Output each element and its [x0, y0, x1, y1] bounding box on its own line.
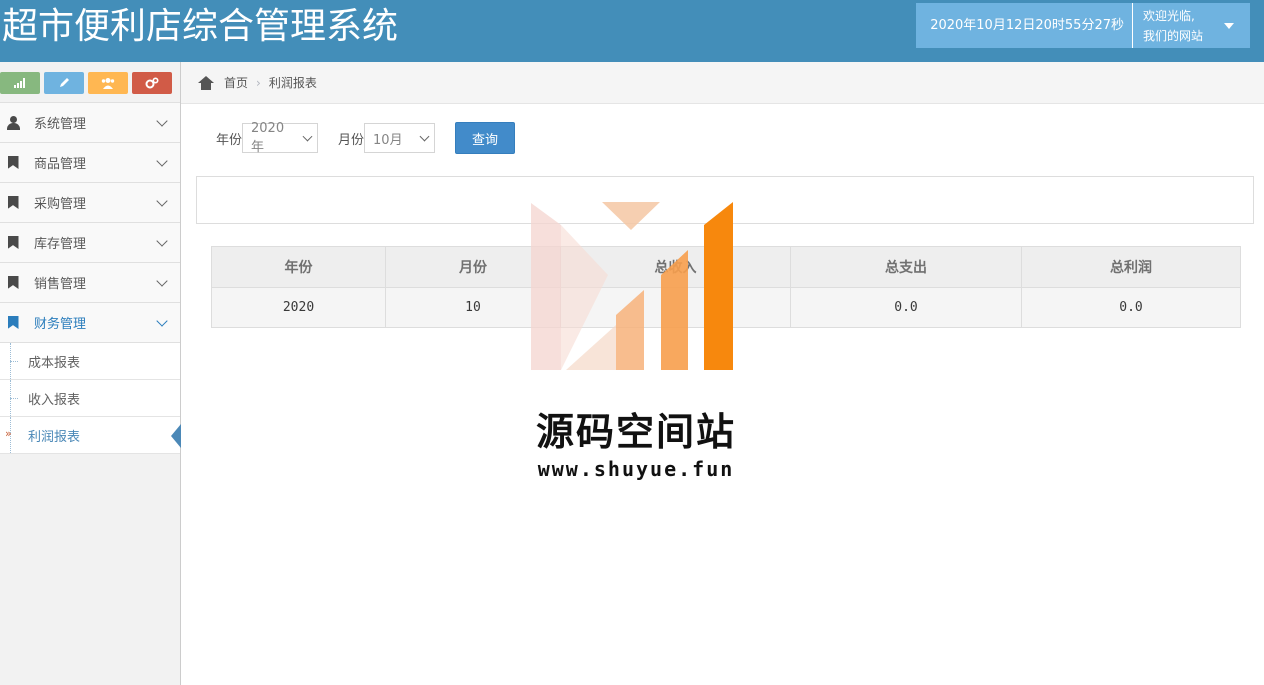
- submenu-item-cost-report[interactable]: 成本报表: [0, 343, 180, 380]
- nav-right: 2020年10月12日20时55分27秒 欢迎光临, 我们的网站: [916, 3, 1250, 48]
- sidebar-item-label: 财务管理: [34, 317, 87, 332]
- sidebar: 系统管理 商品管理 采购管理 库存管理 销售管理 财务管理 成本报表 收入报表: [0, 62, 181, 685]
- welcome-line2: 我们的网站: [1143, 28, 1204, 43]
- chevron-down-icon: [156, 195, 168, 207]
- cell-profit: 0.0: [1021, 287, 1241, 328]
- month-label: 月份: [338, 132, 365, 148]
- navbar: 超市便利店综合管理系统 2020年10月12日20时55分27秒 欢迎光临, 我…: [0, 0, 1264, 62]
- column-header-profit: 总利润: [1021, 246, 1241, 288]
- bookmark-icon: [6, 156, 20, 170]
- bookmark-icon: [6, 316, 20, 330]
- welcome-text: 欢迎光临, 我们的网站: [1143, 6, 1203, 46]
- year-select-value: 2020年: [251, 121, 285, 155]
- filter-bar: 年份 2020年 月份 10月 查询: [216, 121, 516, 155]
- cell-year: 2020: [211, 287, 386, 328]
- sidebar-item-finance[interactable]: 财务管理: [0, 303, 180, 343]
- cell-expense: 0.0: [790, 287, 1022, 328]
- column-header-expense: 总支出: [790, 246, 1022, 288]
- chevron-down-icon: [156, 275, 168, 287]
- user-icon: [6, 115, 20, 130]
- sidebar-item-inventory[interactable]: 库存管理: [0, 223, 180, 263]
- column-header-month: 月份: [385, 246, 561, 288]
- datetime-display: 2020年10月12日20时55分27秒: [916, 3, 1133, 48]
- breadcrumb: 首页 › 利润报表: [181, 62, 1264, 104]
- welcome-line1: 欢迎光临,: [1143, 8, 1195, 23]
- sidebar-shortcuts: [0, 62, 180, 103]
- active-pointer-icon: [171, 424, 181, 448]
- submenu-item-label: 利润报表: [28, 429, 81, 445]
- signal-icon[interactable]: [0, 72, 40, 94]
- submenu-item-label: 收入报表: [28, 392, 81, 408]
- chevron-down-icon: [156, 235, 168, 247]
- sidebar-item-sales[interactable]: 销售管理: [0, 263, 180, 303]
- sidebar-item-system[interactable]: 系统管理: [0, 103, 180, 143]
- chevron-down-icon: [419, 131, 430, 141]
- year-label: 年份: [216, 132, 243, 148]
- breadcrumb-current: 利润报表: [268, 76, 317, 90]
- users-icon[interactable]: [88, 72, 128, 94]
- sidebar-item-goods[interactable]: 商品管理: [0, 143, 180, 183]
- table-row: 2020 10 0.0 0.0: [211, 287, 1241, 328]
- finance-submenu: 成本报表 收入报表 » 利润报表: [0, 343, 181, 454]
- submenu-item-profit-report[interactable]: » 利润报表: [0, 417, 181, 454]
- column-header-income: 总收入: [560, 246, 791, 288]
- caret-down-icon: [1224, 23, 1234, 29]
- home-icon: [198, 75, 214, 90]
- sidebar-item-label: 库存管理: [34, 237, 87, 252]
- submenu-item-income-report[interactable]: 收入报表: [0, 380, 180, 417]
- bookmark-icon: [6, 236, 20, 250]
- bookmark-icon: [6, 196, 20, 210]
- bookmark-icon: [6, 276, 20, 290]
- chevron-down-icon: [302, 131, 313, 141]
- cogs-icon[interactable]: [132, 72, 172, 94]
- year-select[interactable]: 2020年: [242, 121, 319, 155]
- breadcrumb-home[interactable]: 首页: [224, 74, 248, 91]
- breadcrumb-separator-icon: ›: [256, 75, 261, 90]
- column-header-year: 年份: [211, 246, 386, 288]
- empty-panel: [196, 176, 1254, 224]
- cell-income: [560, 287, 791, 328]
- main-content: 首页 › 利润报表 年份 2020年 月份 10月 查询 年份 月份 总收入 总…: [181, 62, 1264, 685]
- month-select[interactable]: 10月: [364, 123, 436, 153]
- submenu-item-label: 成本报表: [28, 355, 81, 371]
- sidebar-item-label: 销售管理: [34, 277, 87, 292]
- user-menu[interactable]: 欢迎光临, 我们的网站: [1133, 3, 1250, 48]
- sidebar-item-purchase[interactable]: 采购管理: [0, 183, 180, 223]
- sidebar-item-label: 商品管理: [34, 157, 87, 172]
- app-title: 超市便利店综合管理系统: [2, 6, 399, 47]
- query-button[interactable]: 查询: [455, 122, 516, 154]
- chevron-down-icon: [156, 315, 168, 327]
- table-header-row: 年份 月份 总收入 总支出 总利润: [211, 246, 1241, 288]
- profit-report-table: 年份 月份 总收入 总支出 总利润 2020 10 0.0 0.0: [211, 246, 1241, 328]
- sidebar-item-label: 系统管理: [34, 117, 87, 132]
- chevron-down-icon: [156, 115, 168, 127]
- sidebar-item-label: 采购管理: [34, 197, 87, 212]
- cell-month: 10: [385, 287, 561, 328]
- double-angle-right-icon: »: [5, 427, 12, 440]
- chevron-down-icon: [156, 155, 168, 167]
- pencil-icon[interactable]: [44, 72, 84, 94]
- month-select-value: 10月: [373, 132, 403, 148]
